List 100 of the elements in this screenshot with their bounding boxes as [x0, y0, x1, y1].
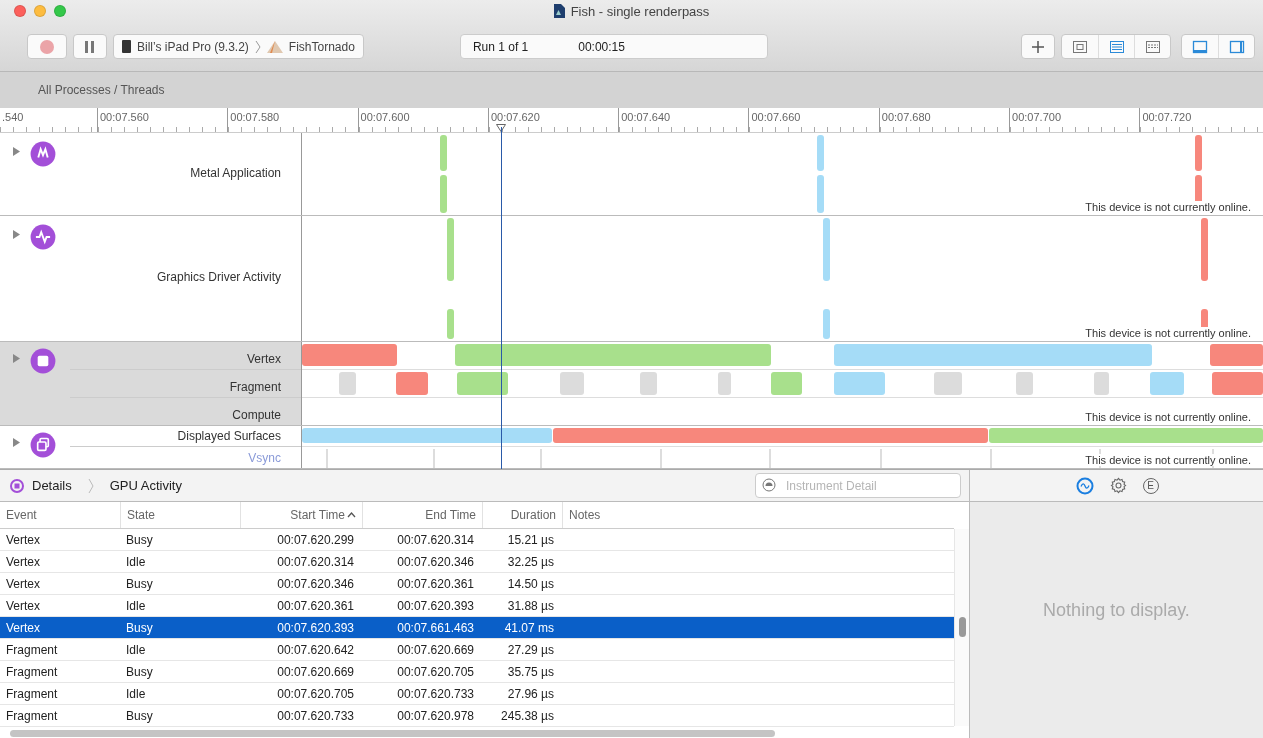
- metal-instrument-icon: [30, 141, 56, 167]
- table-cell-text: 00:07.620.393: [276, 619, 355, 637]
- table-cell-text: 00:07.620.669: [396, 641, 475, 659]
- pause-icon: [85, 40, 95, 53]
- run-label: Run 1 of 1: [472, 39, 529, 54]
- filter-icon: [762, 478, 776, 492]
- ruler-tick-label: 00:07.680: [881, 111, 931, 123]
- record-button[interactable]: [27, 34, 67, 59]
- table-cell-text: Fragment: [5, 641, 59, 659]
- activity-bar: [834, 372, 885, 395]
- table-cell-text: Fragment: [5, 663, 59, 681]
- record-icon: [40, 39, 54, 54]
- activity-bar: [823, 309, 830, 339]
- scope-label: All Processes / Threads: [38, 83, 165, 97]
- ruler-tick-label: 00:07.620: [490, 111, 540, 123]
- table-cell-text: 00:07.661.463: [396, 619, 475, 637]
- lane-label: Metal Application: [190, 165, 281, 180]
- chip-icon: [1072, 39, 1088, 54]
- table-cell-text: Vertex: [5, 553, 42, 571]
- inspector-tab[interactable]: [1108, 475, 1129, 496]
- table-cell-text: 00:07.620.346: [276, 575, 355, 593]
- column-header[interactable]: Notes: [562, 502, 954, 528]
- column-header[interactable]: State: [120, 502, 240, 528]
- activity-bar: [817, 175, 824, 213]
- right-panel-icon: [1228, 39, 1245, 54]
- table-cell-text: Fragment: [5, 685, 59, 703]
- grid-icon: [1144, 39, 1161, 54]
- disclosure-triangle-icon[interactable]: [12, 438, 20, 447]
- activity-bar: [339, 372, 356, 395]
- search-field[interactable]: Instrument Detail: [755, 473, 961, 498]
- table-cell-text: Fragment: [5, 707, 59, 725]
- table-cell-text: Busy: [125, 619, 154, 637]
- target-selector[interactable]: Bill’s iPad Pro (9.3.2) FishTornado: [113, 34, 364, 59]
- table-row[interactable]: Vertex Busy 00:07.620.393 00:07.661.463 41.07 ms: [0, 617, 954, 639]
- table-cell-text: 35.75 µs: [506, 663, 555, 681]
- inspector-tab[interactable]: [1074, 475, 1095, 496]
- tablet-icon: [122, 40, 131, 53]
- app-name: FishTornado: [288, 39, 355, 54]
- table-cell-text: Idle: [125, 685, 147, 703]
- table-cell-text: 00:07.620.361: [396, 575, 475, 593]
- ruler-tick-label: 00:07.660: [751, 111, 801, 123]
- column-header[interactable]: Duration: [482, 502, 562, 528]
- table-cell-text: 00:07.620.705: [276, 685, 355, 703]
- table-cell-text: Vertex: [5, 531, 42, 549]
- scrollbar-thumb[interactable]: [10, 730, 775, 737]
- column-header[interactable]: Start Time: [240, 502, 362, 528]
- window-title: Fish - single renderpass: [570, 3, 710, 19]
- ruler-tick-label: 00:07.700: [1012, 111, 1061, 123]
- zoom-button[interactable]: [54, 5, 66, 17]
- table-cell-text: Idle: [125, 641, 147, 659]
- table-cell-text: 00:07.620.978: [396, 707, 475, 725]
- scrollbar-thumb[interactable]: [959, 617, 966, 637]
- activity-bar: [718, 372, 731, 395]
- column-header[interactable]: Event: [0, 502, 120, 528]
- activity-bar: [1016, 372, 1033, 395]
- activity-bar: [1150, 372, 1184, 395]
- activity-bar: [1212, 372, 1263, 395]
- ruler-tick-label: 00:07.720: [1142, 111, 1192, 123]
- table-cell-text: 00:07.620.705: [396, 663, 475, 681]
- table-cell-text: 27.29 µs: [506, 641, 555, 659]
- table-cell-text: 27.96 µs: [506, 685, 555, 703]
- lane-label: Fragment: [229, 380, 281, 394]
- column-header[interactable]: End Time: [362, 502, 482, 528]
- breadcrumb-item[interactable]: Details: [32, 478, 72, 493]
- activity-bar: [440, 175, 447, 213]
- table-cell-text: 00:07.620.361: [276, 597, 355, 615]
- status-message: This device is not currently online.: [1083, 327, 1253, 339]
- table-cell-text: 32.25 µs: [506, 553, 555, 571]
- device-name: Bill’s iPad Pro (9.3.2): [137, 39, 249, 54]
- ruler-tick-label: .540: [2, 111, 24, 123]
- close-button[interactable]: [14, 5, 26, 17]
- table-cell-text: Idle: [125, 597, 147, 615]
- list-icon: [1108, 39, 1125, 54]
- table-cell-text: Vertex: [5, 575, 42, 593]
- status-message: This device is not currently online.: [1083, 411, 1253, 423]
- breadcrumb-item[interactable]: GPU Activity: [109, 478, 182, 493]
- table-cell-text: 41.07 ms: [503, 619, 555, 637]
- disclosure-triangle-icon[interactable]: [12, 147, 20, 156]
- minimize-button[interactable]: [34, 5, 46, 17]
- lane-label: Displayed Surfaces: [177, 429, 281, 443]
- lane-label: Graphics Driver Activity: [156, 270, 281, 284]
- add-button[interactable]: [1021, 34, 1055, 59]
- activity-bar: [823, 218, 830, 281]
- table-cell-text: 00:07.620.393: [396, 597, 475, 615]
- table-cell-text: 00:07.620.314: [276, 553, 355, 571]
- disclosure-triangle-icon[interactable]: [12, 230, 20, 239]
- chip-icon: [10, 478, 24, 493]
- chevron-icon: [87, 477, 94, 494]
- ruler-tick-label: 00:07.640: [621, 111, 671, 123]
- activity-bar: [1201, 218, 1208, 281]
- activity-bar: [934, 372, 962, 395]
- activity-bar: [447, 218, 454, 281]
- settings-icon: [1110, 477, 1127, 494]
- chevron-icon: [254, 39, 261, 54]
- table-cell-text: 00:07.620.314: [396, 531, 475, 549]
- pause-button[interactable]: [73, 34, 107, 59]
- table-cell-text: 00:07.620.669: [276, 663, 355, 681]
- activity-bar: [1195, 135, 1202, 171]
- disclosure-triangle-icon[interactable]: [12, 354, 20, 363]
- table-cell-text: 00:07.620.733: [276, 707, 355, 725]
